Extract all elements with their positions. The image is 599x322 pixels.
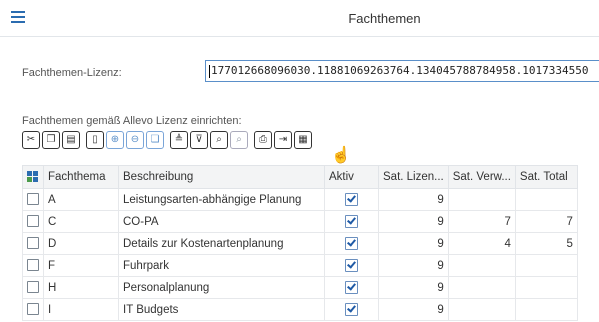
license-field[interactable]: 177012668096030.11881069263764.134045788… <box>205 60 599 82</box>
cell-beschreibung[interactable]: Leistungsarten-abhängige Planung <box>118 188 325 211</box>
table-row[interactable]: A Leistungsarten-abhängige Planung 9 <box>22 188 578 211</box>
cell-beschreibung[interactable]: Fuhrpark <box>118 254 325 277</box>
hand-cursor-icon: ☝ <box>331 147 351 164</box>
cell-beschreibung[interactable]: CO-PA <box>118 210 325 233</box>
insert-row-icon[interactable]: ⊕ <box>106 131 124 149</box>
fachthemen-table: Fachthema Beschreibung Aktiv Sat. Lizen.… <box>22 165 578 321</box>
cell-sat-verw <box>447 276 516 299</box>
paste-icon[interactable]: ▤ <box>62 131 80 149</box>
copy-icon[interactable]: ❐ <box>42 131 60 149</box>
aktiv-checkbox[interactable] <box>345 237 358 250</box>
row-select-checkbox[interactable] <box>27 215 39 228</box>
column-header-fachthema[interactable]: Fachthema <box>43 165 119 189</box>
table-toolbar: ✂ ❐ ▤ ▯ ⊕ ⊖ ❏ ≜ ⊽ ⌕ ⌕ ⎙ ⇥ ▦ <box>22 131 312 153</box>
layout-icon[interactable]: ▦ <box>294 131 312 149</box>
table-row[interactable]: C CO-PA 9 7 7 <box>22 210 578 233</box>
row-select-checkbox[interactable] <box>27 281 39 294</box>
cell-fachthema[interactable]: D <box>43 232 119 255</box>
cell-sat-verw: 4 <box>447 232 516 255</box>
cell-sat-total <box>514 298 578 321</box>
cell-fachthema[interactable]: C <box>43 210 119 233</box>
cell-sat-total <box>514 276 578 299</box>
page-title: Fachthemen <box>348 11 421 26</box>
cell-sat-verw: 7 <box>447 210 516 233</box>
cell-sat-lizen: 9 <box>378 254 449 277</box>
row-select-checkbox[interactable] <box>27 259 39 272</box>
cell-sat-total: 5 <box>514 232 578 255</box>
cell-sat-verw <box>447 254 516 277</box>
cell-fachthema[interactable]: A <box>43 188 119 211</box>
delete-row-icon[interactable]: ⊖ <box>126 131 144 149</box>
aktiv-checkbox[interactable] <box>345 193 358 206</box>
aktiv-checkbox[interactable] <box>345 215 358 228</box>
cell-sat-total: 7 <box>514 210 578 233</box>
cell-sat-verw <box>447 298 516 321</box>
cell-sat-total <box>514 254 578 277</box>
cell-fachthema[interactable]: I <box>43 298 119 321</box>
section-label: Fachthemen gemäß Allevo Lizenz einrichte… <box>22 115 242 127</box>
sort-asc-icon[interactable]: ≜ <box>170 131 188 149</box>
cell-sat-lizen: 9 <box>378 188 449 211</box>
cell-fachthema[interactable]: F <box>43 254 119 277</box>
new-icon[interactable]: ▯ <box>86 131 104 149</box>
table-row[interactable]: I IT Budgets 9 <box>22 298 578 321</box>
header-divider <box>0 36 599 37</box>
cell-sat-lizen: 9 <box>378 232 449 255</box>
row-select-checkbox[interactable] <box>27 193 39 206</box>
copy-row-icon[interactable]: ❏ <box>146 131 164 149</box>
row-select-checkbox[interactable] <box>27 237 39 250</box>
aktiv-checkbox[interactable] <box>345 303 358 316</box>
column-header-sat-verw[interactable]: Sat. Verw... <box>447 165 516 189</box>
cell-fachthema[interactable]: H <box>43 276 119 299</box>
export-icon[interactable]: ⇥ <box>274 131 292 149</box>
table-row[interactable]: H Personalplanung 9 <box>22 276 578 299</box>
cell-beschreibung[interactable]: Personalplanung <box>118 276 325 299</box>
text-cursor <box>209 64 210 78</box>
find-next-icon[interactable]: ⌕ <box>230 131 248 149</box>
row-select-checkbox[interactable] <box>27 303 39 316</box>
column-header-beschreibung[interactable]: Beschreibung <box>118 165 325 189</box>
cell-beschreibung[interactable]: IT Budgets <box>118 298 325 321</box>
cell-sat-verw <box>447 188 516 211</box>
aktiv-checkbox[interactable] <box>345 281 358 294</box>
print-icon[interactable]: ⎙ <box>254 131 272 149</box>
license-label: Fachthemen-Lizenz: <box>22 67 122 79</box>
table-row[interactable]: F Fuhrpark 9 <box>22 254 578 277</box>
filter-icon[interactable]: ⊽ <box>190 131 208 149</box>
select-all-icon[interactable] <box>22 165 44 189</box>
table-header-row: Fachthema Beschreibung Aktiv Sat. Lizen.… <box>22 165 578 189</box>
table-row[interactable]: D Details zur Kostenartenplanung 9 4 5 <box>22 232 578 255</box>
cell-sat-lizen: 9 <box>378 298 449 321</box>
column-header-sat-total[interactable]: Sat. Total <box>514 165 578 189</box>
find-icon[interactable]: ⌕ <box>210 131 228 149</box>
license-value: 177012668096030.11881069263764.134045788… <box>211 64 589 77</box>
cut-icon[interactable]: ✂ <box>22 131 40 149</box>
column-header-sat-lizen[interactable]: Sat. Lizen... <box>378 165 449 189</box>
cell-sat-lizen: 9 <box>378 276 449 299</box>
aktiv-checkbox[interactable] <box>345 259 358 272</box>
cell-sat-total <box>514 188 578 211</box>
cell-sat-lizen: 9 <box>378 210 449 233</box>
column-header-aktiv[interactable]: Aktiv <box>324 165 379 189</box>
cell-beschreibung[interactable]: Details zur Kostenartenplanung <box>118 232 325 255</box>
